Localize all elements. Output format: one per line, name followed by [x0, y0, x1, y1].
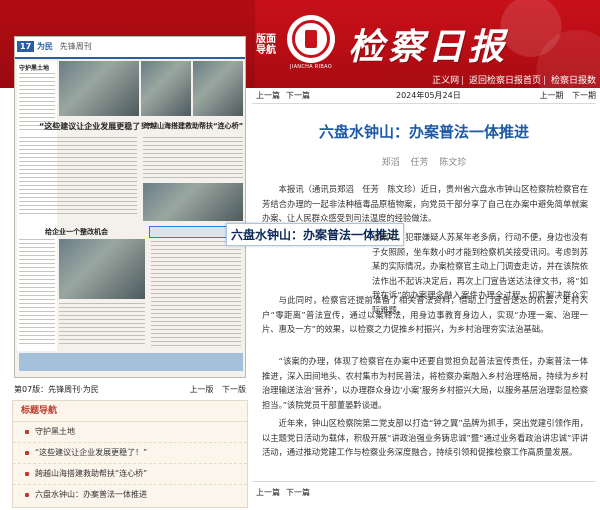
- prev-article-link[interactable]: 上一篇: [256, 487, 280, 498]
- thumbnail-headline-4: 给企业一个整改机会: [45, 228, 108, 236]
- list-item-label[interactable]: 六盘水钟山：办案普法一体推进: [35, 490, 147, 499]
- thumbnail-section: 为民: [36, 42, 53, 51]
- thumbnail-text-block: [19, 137, 137, 217]
- list-item-label[interactable]: “这些建议让企业发展更稳了！”: [35, 448, 147, 457]
- issue-date: 2024年05月24日: [396, 91, 461, 100]
- link-data[interactable]: 检察日报数: [549, 76, 598, 86]
- thumbnail-photo: [193, 61, 243, 116]
- page-title: 第07版：先锋周刊·为民: [14, 385, 99, 394]
- thumbnail-column: 先锋周刊: [59, 42, 92, 51]
- top-links: 正义网 | 返回检察日报首页 | 检察日报数: [430, 76, 598, 86]
- thumbnail-footer-block: [19, 353, 243, 371]
- title-navigation: 标题导航 守护黑土地 “这些建议让企业发展更稳了！” 跨越山海搭建救助帮扶“连心…: [12, 400, 248, 508]
- link-home[interactable]: 返回检察日报首页: [467, 76, 543, 86]
- next-article-link[interactable]: 下一篇: [286, 487, 310, 498]
- list-item[interactable]: 守护黑土地: [13, 422, 247, 443]
- article-paragraph: “该案的办理，体现了检察官在办案中还要自觉担负起普法宣传责任，办案普法一体推进，…: [262, 356, 588, 410]
- section-nav-tag[interactable]: 版面导航: [254, 34, 278, 56]
- thumbnail-photo: [59, 239, 145, 299]
- author-name: 郑滔: [381, 158, 400, 168]
- list-item[interactable]: 跨越山海搭建救助帮扶“连心桥”: [13, 464, 247, 485]
- thumbnail-headline-1: “这些建议让企业发展更稳了！”: [39, 122, 154, 131]
- bullet-icon: [25, 472, 29, 476]
- newspaper-masthead: 检察日报: [348, 26, 509, 68]
- link-zhengyi[interactable]: 正义网: [430, 76, 461, 86]
- article-top-nav: 上一篇 下一篇 2024年05月24日 上一期 下一期: [256, 90, 596, 101]
- article-paragraph: 近年来，钟山区检察院第二党支部以打造“钟之翼”品牌为抓手，突出党建引领作用，以主…: [262, 418, 588, 458]
- newspaper-logo-icon[interactable]: [287, 15, 335, 63]
- divider: [252, 103, 596, 104]
- bullet-icon: [25, 493, 29, 497]
- page-nav: 上一版 下一版: [183, 384, 246, 395]
- thumbnail-headline-small: 守护黑土地: [19, 65, 50, 72]
- bullet-icon: [25, 451, 29, 455]
- article-bottom-nav: 上一篇 下一篇: [256, 487, 596, 498]
- page-thumbnail[interactable]: 17 为民 先锋周刊 守护黑土地 “这些建议让企业发展更稳了！” 跨越山海搭建救…: [14, 36, 246, 378]
- divider: [252, 481, 596, 482]
- issue-nav: 上一期 下一期: [533, 90, 596, 101]
- article-paragraph: 本报讯（通讯员郑滔 任芳 陈文珍）近日，贵州省六盘水市钟山区检察院检察官在芳结合…: [262, 184, 588, 224]
- prev-article-link[interactable]: 上一篇: [256, 90, 280, 101]
- title-navigation-heading: 标题导航: [13, 401, 247, 422]
- thumbnail-text-block: [19, 239, 55, 347]
- article-paragraph: 与此同时，检察官还提前准备了相关普法资料，借助上门宣告送达的机会，走村入户“零距…: [262, 295, 588, 335]
- next-page-button[interactable]: 下一版: [222, 385, 246, 394]
- list-item[interactable]: 六盘水钟山：办案普法一体推进: [13, 485, 247, 505]
- author-name: 任芳: [410, 158, 429, 168]
- thumbnail-headline-2: 跨越山海搭建救助帮扶“连心桥”: [143, 122, 244, 130]
- author-name: 陈文珍: [439, 158, 467, 168]
- logo-caption: JIANCHA RIBAO: [290, 64, 332, 70]
- thumbnail-photo: [143, 183, 243, 221]
- prev-page-button[interactable]: 上一版: [189, 385, 213, 394]
- list-item-label[interactable]: 跨越山海搭建救助帮扶“连心桥”: [35, 469, 147, 478]
- prev-issue-link[interactable]: 上一期: [539, 91, 563, 100]
- article-title: 六盘水钟山：办案普法一体推进: [318, 123, 529, 141]
- bullet-icon: [25, 430, 29, 434]
- thumbnail-page-number: 17: [17, 41, 35, 52]
- page-bar: 第07版：先锋周刊·为民 上一版 下一版: [14, 384, 246, 395]
- article-authors: 郑滔 任芳 陈文珍: [252, 155, 596, 168]
- thumbnail-text-block: [151, 241, 241, 347]
- list-item[interactable]: “这些建议让企业发展更稳了！”: [13, 443, 247, 464]
- next-article-link[interactable]: 下一篇: [286, 90, 310, 101]
- thumbnail-text-block: [59, 303, 145, 347]
- next-issue-link[interactable]: 下一期: [572, 91, 596, 100]
- thumbnail-header: 17 为民 先锋周刊: [15, 37, 245, 59]
- thumbnail-photo: [141, 61, 191, 116]
- list-item-label[interactable]: 守护黑土地: [35, 427, 75, 436]
- thumbnail-photo: [59, 61, 139, 116]
- thumbnail-text-block: [143, 137, 243, 181]
